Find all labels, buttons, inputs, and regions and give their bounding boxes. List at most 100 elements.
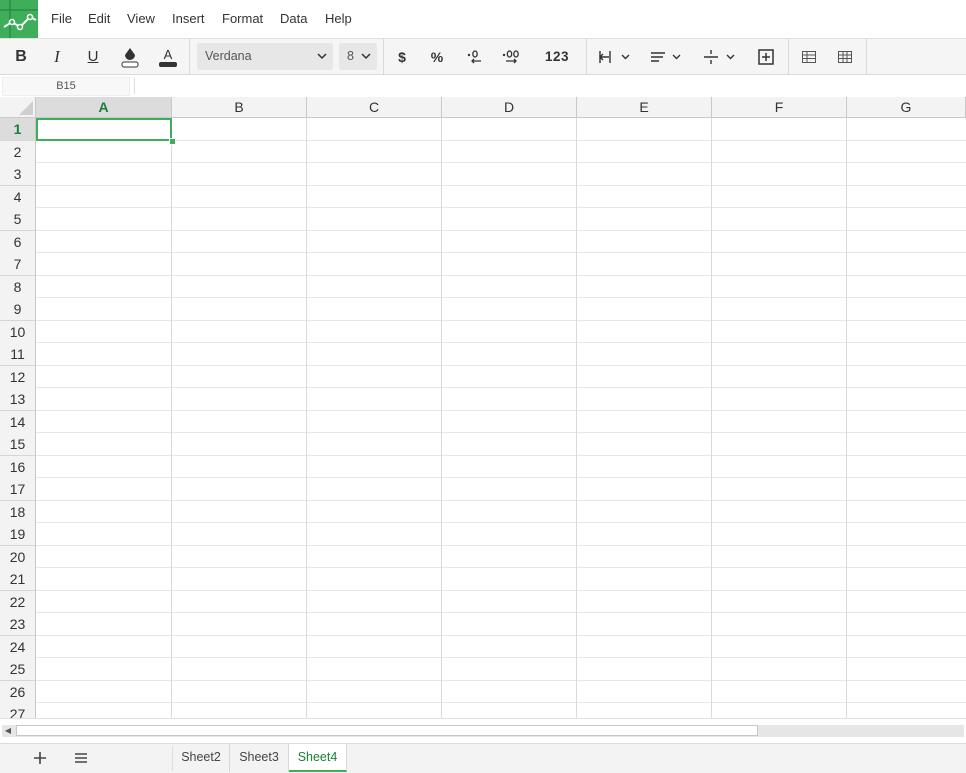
logo-icon (0, 0, 38, 38)
increase-decimal-button[interactable] (497, 39, 527, 74)
row-header-2[interactable]: 2 (0, 140, 36, 164)
row-header-3[interactable]: 3 (0, 163, 36, 186)
font-size-select[interactable]: 8 (339, 43, 377, 70)
column-header-g[interactable]: G (847, 97, 966, 118)
italic-icon: I (54, 46, 60, 66)
row-header-17[interactable]: 17 (0, 478, 36, 501)
number-format-icon: 123 (544, 49, 570, 64)
merge-cells-button[interactable] (751, 39, 781, 74)
bold-button[interactable]: B (6, 39, 36, 74)
row-header-24[interactable]: 24 (0, 635, 36, 659)
vertical-align-icon (704, 49, 735, 64)
row-header-6[interactable]: 6 (0, 230, 36, 254)
scrollbar-thumb[interactable] (16, 725, 758, 736)
row-header-25[interactable]: 25 (0, 658, 36, 681)
menu-edit[interactable]: Edit (88, 11, 110, 26)
percent-icon: % (430, 48, 444, 65)
tab-sheet3[interactable]: Sheet3 (230, 744, 289, 772)
row-header-10[interactable]: 10 (0, 320, 36, 344)
row-header-21[interactable]: 21 (0, 568, 36, 591)
row-header-1[interactable]: 1 (0, 118, 36, 141)
menu-insert[interactable]: Insert (172, 11, 205, 26)
bold-icon: B (15, 47, 27, 65)
fill-color-icon (121, 47, 139, 67)
merge-cells-icon (758, 48, 774, 65)
increase-decimal-icon (502, 49, 519, 63)
row-header-20[interactable]: 20 (0, 545, 36, 569)
tab-sheet4[interactable]: Sheet4 (289, 744, 347, 772)
row-header-13[interactable]: 13 (0, 388, 36, 411)
scroll-left-arrow[interactable]: ◀ (3, 725, 13, 737)
svg-text:A: A (164, 47, 173, 62)
column-header-e[interactable]: E (577, 97, 712, 118)
menu-data[interactable]: Data (280, 11, 307, 26)
decrease-decimal-icon (467, 49, 481, 63)
sheet-list-button[interactable] (66, 744, 96, 772)
sheet-tab-bar: Sheet2 Sheet3 Sheet4 (0, 743, 966, 773)
add-sheet-button[interactable] (25, 744, 55, 772)
font-name-value: Verdana (205, 49, 252, 63)
currency-icon: $ (398, 48, 406, 65)
horizontal-align-button[interactable] (592, 39, 636, 74)
row-header-16[interactable]: 16 (0, 455, 36, 479)
row-header-7[interactable]: 7 (0, 253, 36, 276)
column-header-f[interactable]: F (712, 97, 847, 118)
font-name-select[interactable]: Verdana (197, 43, 333, 70)
column-header-b[interactable]: B (172, 97, 307, 118)
fill-handle[interactable] (169, 138, 176, 145)
row-header-14[interactable]: 14 (0, 410, 36, 434)
percent-format-button[interactable]: % (422, 39, 452, 74)
row-header-9[interactable]: 9 (0, 298, 36, 321)
column-header-d[interactable]: D (442, 97, 577, 118)
currency-format-button[interactable]: $ (388, 39, 416, 74)
column-header-c[interactable]: C (307, 97, 442, 118)
text-color-button[interactable]: A (153, 39, 183, 74)
row-header-26[interactable]: 26 (0, 680, 36, 704)
row-header-12[interactable]: 12 (0, 365, 36, 389)
table-format-button[interactable] (830, 39, 860, 74)
table-icon (802, 50, 816, 63)
row-header-18[interactable]: 18 (0, 500, 36, 524)
menu-help[interactable]: Help (325, 11, 352, 26)
menu-bar: File Edit View Insert Format Data Help (0, 0, 966, 39)
vertical-align-button[interactable] (697, 39, 741, 74)
row-header-23[interactable]: 23 (0, 613, 36, 636)
horizontal-scrollbar: ◀ (0, 718, 966, 744)
formula-bar: B15 (0, 75, 966, 98)
column-header-a[interactable]: A (36, 97, 172, 118)
select-all-corner[interactable] (0, 97, 36, 118)
freeze-panes-button[interactable] (794, 39, 824, 74)
active-cell-selection (36, 118, 172, 141)
decrease-decimal-button[interactable] (460, 39, 490, 74)
app-logo[interactable] (0, 0, 38, 38)
row-header-19[interactable]: 19 (0, 523, 36, 546)
chevron-down-icon (361, 53, 371, 60)
menu-format[interactable]: Format (222, 11, 263, 26)
chevron-down-icon (317, 53, 327, 60)
menu-file[interactable]: File (51, 11, 72, 26)
fill-color-button[interactable] (115, 39, 145, 74)
name-box[interactable]: B15 (2, 77, 130, 96)
row-header-27[interactable]: 27 (0, 703, 36, 718)
toolbar-divider (586, 39, 587, 74)
toolbar: B I U A Verdana 8 $ % 123 (0, 39, 966, 75)
text-align-button[interactable] (642, 39, 690, 74)
menu-list-icon (75, 753, 87, 763)
row-header-22[interactable]: 22 (0, 590, 36, 614)
row-header-15[interactable]: 15 (0, 433, 36, 456)
formula-input[interactable] (138, 77, 958, 94)
align-text-icon (651, 51, 681, 62)
row-header-4[interactable]: 4 (0, 185, 36, 209)
row-header-5[interactable]: 5 (0, 208, 36, 231)
menu-view[interactable]: View (127, 11, 155, 26)
italic-button[interactable]: I (42, 39, 72, 74)
row-header-8[interactable]: 8 (0, 275, 36, 299)
row-header-11[interactable]: 11 (0, 343, 36, 366)
underline-button[interactable]: U (78, 39, 108, 74)
tab-sheet2[interactable]: Sheet2 (173, 744, 230, 772)
number-format-button[interactable]: 123 (536, 39, 578, 74)
cells-area[interactable] (36, 118, 966, 718)
plus-icon (34, 752, 46, 764)
spreadsheet-grid: ABCDEFG 1 2 3 4 5 6 7 8 9 10 11 12 13 14 15 16 17 18 19 20 2… (0, 97, 966, 718)
toolbar-divider (189, 39, 190, 74)
